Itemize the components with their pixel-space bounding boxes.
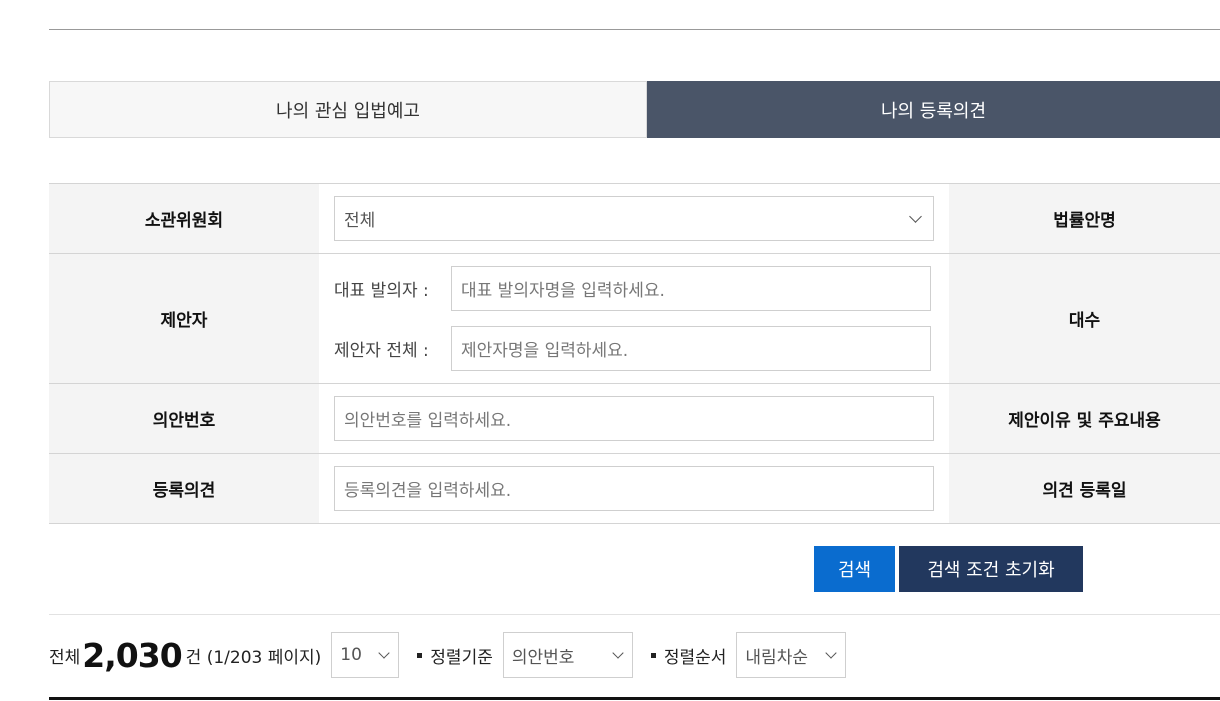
committee-select[interactable]: 전체 xyxy=(334,196,934,241)
tab-bar: 나의 관심 입법예고 나의 등록의견 xyxy=(49,81,1220,138)
reset-button[interactable]: 검색 조건 초기화 xyxy=(899,546,1083,592)
tab-interest-legislation[interactable]: 나의 관심 입법예고 xyxy=(49,81,647,138)
reason-label: 제안이유 및 주요내용 xyxy=(949,384,1220,453)
section-divider xyxy=(49,614,1220,615)
bill-name-label: 법률안명 xyxy=(949,184,1220,253)
opinion-placeholder: 등록의견을 입력하세요. xyxy=(344,481,512,501)
top-divider xyxy=(49,29,1220,30)
page-info: 건 (1/203 페이지) xyxy=(185,647,322,668)
rep-proposer-input[interactable]: 대표 발의자명을 입력하세요. xyxy=(451,266,931,311)
page-size-value: 10 xyxy=(340,645,362,665)
committee-label: 소관위원회 xyxy=(49,184,319,253)
total-prefix: 전체 xyxy=(49,647,81,668)
tab-my-opinions[interactable]: 나의 등록의견 xyxy=(647,81,1220,138)
result-summary: 전체 2,030 건 (1/203 페이지) 10 정렬기준 의안번호 정렬순서… xyxy=(49,632,847,678)
rep-proposer-label: 대표 발의자 : xyxy=(334,281,429,301)
sort-by-label: 정렬기준 xyxy=(430,647,493,668)
sort-by-value: 의안번호 xyxy=(511,647,575,668)
proposer-label: 제안자 xyxy=(49,254,319,383)
session-label: 대수 xyxy=(949,254,1220,383)
bill-no-label: 의안번호 xyxy=(49,384,319,453)
all-proposer-input[interactable]: 제안자명을 입력하세요. xyxy=(451,326,931,371)
page-size-select[interactable]: 10 xyxy=(331,632,400,678)
opinion-label: 등록의견 xyxy=(49,454,319,523)
sort-order-select[interactable]: 내림차순 xyxy=(736,632,847,678)
all-proposer-label: 제안자 전체 : xyxy=(334,341,429,361)
all-proposer-line: 제안자 전체 : 제안자명을 입력하세요. xyxy=(334,326,931,371)
sort-by-select[interactable]: 의안번호 xyxy=(502,632,633,678)
bullet-icon xyxy=(650,652,656,658)
opinion-input[interactable]: 등록의견을 입력하세요. xyxy=(334,466,934,511)
chevron-down-icon xyxy=(825,646,838,659)
form-row-opinion: 등록의견 등록의견을 입력하세요. 의견 등록일 xyxy=(49,454,1220,524)
rep-proposer-line: 대표 발의자 : 대표 발의자명을 입력하세요. xyxy=(334,266,931,311)
chevron-down-icon xyxy=(909,209,922,223)
chevron-down-icon xyxy=(612,646,624,659)
rep-proposer-placeholder: 대표 발의자명을 입력하세요. xyxy=(461,281,665,301)
form-row-bill-no: 의안번호 의안번호를 입력하세요. 제안이유 및 주요내용 xyxy=(49,384,1220,454)
total-count: 2,030 xyxy=(82,635,182,675)
bill-no-input[interactable]: 의안번호를 입력하세요. xyxy=(334,396,934,441)
form-row-committee: 소관위원회 전체 법률안명 xyxy=(49,184,1220,254)
search-form: 소관위원회 전체 법률안명 제안자 대표 발의자 : 대표 발의자명을 입력하세… xyxy=(49,183,1220,524)
list-top-border xyxy=(49,697,1220,700)
sort-order-value: 내림차순 xyxy=(745,647,808,668)
form-row-proposer: 제안자 대표 발의자 : 대표 발의자명을 입력하세요. 제안자 전체 : 제안… xyxy=(49,254,1220,384)
bill-no-placeholder: 의안번호를 입력하세요. xyxy=(344,411,512,431)
bullet-icon xyxy=(417,652,423,658)
sort-order-label: 정렬순서 xyxy=(663,647,727,668)
opinion-date-label: 의견 등록일 xyxy=(949,454,1220,523)
chevron-down-icon xyxy=(378,646,390,659)
search-button[interactable]: 검색 xyxy=(814,546,895,592)
committee-select-value: 전체 xyxy=(344,211,376,231)
all-proposer-placeholder: 제안자명을 입력하세요. xyxy=(461,341,629,361)
